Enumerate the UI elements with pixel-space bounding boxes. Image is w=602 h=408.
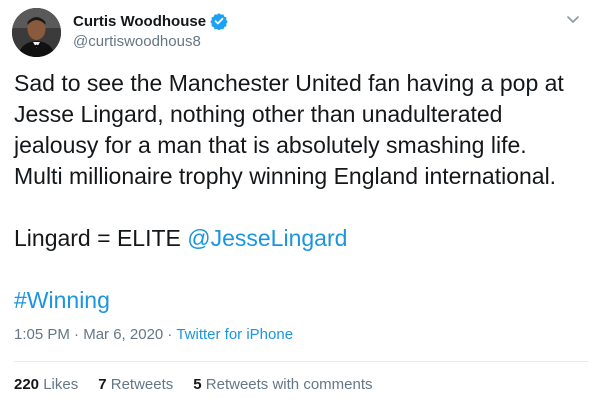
retweets-stat[interactable]: 7 Retweets <box>98 376 173 393</box>
meta-separator: · <box>163 326 177 343</box>
hashtag-line: #Winning <box>14 285 594 316</box>
retweets-label: Retweets <box>106 376 174 393</box>
tweet-card: Curtis Woodhouse @curtiswoodhous8 Sad to… <box>0 0 602 408</box>
likes-label: Likes <box>39 376 79 393</box>
tweet-time[interactable]: 1:05 PM <box>14 326 70 343</box>
tweet-line: Sad to see the Manchester United fan hav… <box>14 70 564 96</box>
quote-tweets-label: Retweets with comments <box>201 376 373 393</box>
elite-line: Lingard = ELITE @JesseLingard <box>14 223 594 254</box>
tweet-line: Multi millionaire trophy winning England… <box>14 163 557 189</box>
mention-link[interactable]: @JesseLingard <box>187 225 347 251</box>
tweet-meta: 1:05 PM · Mar 6, 2020 · Twitter for iPho… <box>14 326 293 343</box>
tweet-date[interactable]: Mar 6, 2020 <box>83 326 163 343</box>
meta-separator: · <box>69 326 84 343</box>
likes-count: 220 <box>14 376 40 393</box>
likes-stat[interactable]: 220 Likes <box>14 376 78 393</box>
tweet-line: Jesse Lingard, nothing other than unadul… <box>14 101 503 127</box>
tweet-stats: 220 Likes 7 Retweets 5 Retweets with com… <box>14 376 393 393</box>
hashtag-link[interactable]: #Winning <box>14 287 110 313</box>
elite-text: Lingard = ELITE <box>14 225 188 251</box>
verified-badge-icon <box>210 12 228 31</box>
name-row: Curtis Woodhouse <box>73 11 228 31</box>
tweet-text: Sad to see the Manchester United fan hav… <box>14 68 594 316</box>
author-handle[interactable]: @curtiswoodhous8 <box>73 33 201 50</box>
avatar[interactable] <box>12 8 61 57</box>
tweet-source-link[interactable]: Twitter for iPhone <box>176 326 293 343</box>
chevron-down-icon[interactable] <box>564 10 582 28</box>
display-name[interactable]: Curtis Woodhouse <box>73 13 206 30</box>
quote-tweets-count: 5 <box>193 376 202 393</box>
retweets-count: 7 <box>98 376 107 393</box>
tweet-line: jealousy for a man that is absolutely sm… <box>14 132 527 158</box>
divider <box>14 361 588 362</box>
quote-tweets-stat[interactable]: 5 Retweets with comments <box>193 376 372 393</box>
